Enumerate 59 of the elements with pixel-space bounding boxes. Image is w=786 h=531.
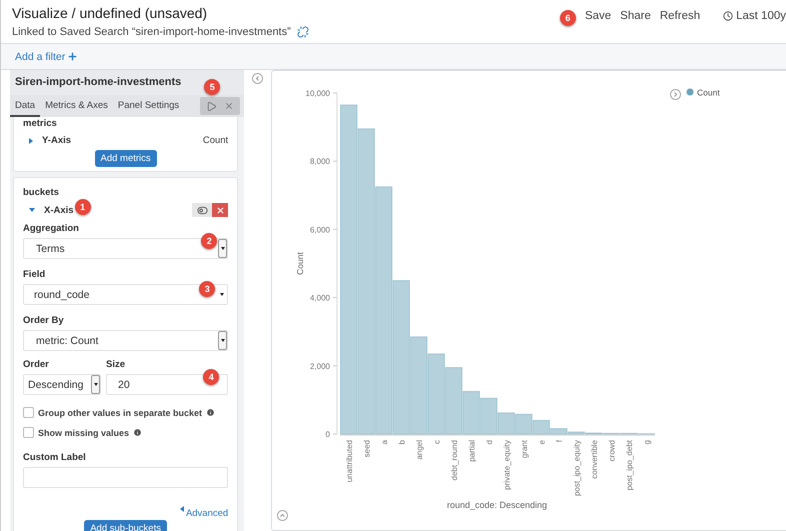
x-axis-title: round_code: Descending bbox=[446, 500, 548, 510]
order-by-select[interactable]: metric: Count bbox=[23, 330, 228, 351]
field-label: Order bbox=[23, 359, 50, 370]
menu-item[interactable]: Refresh bbox=[660, 10, 700, 22]
y-tick-label: 0 bbox=[326, 430, 330, 439]
field-label: Field bbox=[23, 269, 46, 280]
y-tick-label: 10,000 bbox=[306, 89, 330, 98]
linked-search-text: Linked to Saved Search “siren-import-home-investments” bbox=[12, 26, 291, 38]
callout-badge: 3 bbox=[199, 281, 216, 297]
x-tick-label: grant bbox=[520, 440, 529, 458]
y-tick-label: 4,000 bbox=[310, 294, 330, 303]
advanced-link[interactable]: Advanced bbox=[186, 508, 228, 519]
x-tick-label: a bbox=[380, 440, 389, 444]
checkbox-label: Group other values in separate bucket bbox=[38, 408, 202, 418]
x-tick-label: private_equity bbox=[502, 440, 512, 490]
tab[interactable]: Metrics & Axes bbox=[40, 100, 113, 117]
checkbox-label: Show missing values bbox=[38, 428, 130, 438]
y-tick-label: 8,000 bbox=[310, 157, 330, 166]
menu-item[interactable]: Save bbox=[584, 10, 612, 22]
y-tick-label: 2,000 bbox=[310, 362, 330, 371]
x-tick-label: post_ipo_equity bbox=[572, 440, 582, 496]
x-tick-label: unattributed bbox=[344, 440, 354, 482]
order-select[interactable]: Descending bbox=[23, 374, 101, 395]
callout-badge: 2 bbox=[201, 233, 218, 249]
x-tick-label: debt_round bbox=[450, 440, 459, 480]
time-range[interactable]: Last 100y bbox=[736, 10, 786, 22]
field-label: Order By bbox=[23, 315, 65, 326]
field-label: Size bbox=[106, 359, 126, 370]
tab[interactable]: Panel Settings bbox=[112, 100, 184, 117]
x-tick-label: d bbox=[484, 440, 494, 444]
x-tick-label: e bbox=[537, 440, 546, 444]
y-tick-label: 6,000 bbox=[310, 225, 330, 234]
x-tick-label: crowd bbox=[607, 440, 616, 462]
callout-badge: 6 bbox=[560, 10, 576, 26]
page-title: Visualize / undefined (unsaved) bbox=[12, 5, 208, 21]
x-tick-label: b bbox=[397, 440, 406, 444]
aggregation-summary: Count bbox=[202, 135, 228, 146]
aggregation-name[interactable]: Y-Axis bbox=[42, 135, 72, 146]
x-tick-label: post_ipo_debt bbox=[624, 440, 634, 490]
x-tick-label: seed bbox=[362, 440, 372, 458]
x-tick-label: convertible bbox=[590, 440, 599, 479]
x-tick-label: f bbox=[554, 440, 564, 442]
y-axis-title: Count bbox=[295, 252, 305, 275]
x-tick-label: g bbox=[642, 440, 652, 444]
section-heading: metrics bbox=[23, 118, 58, 129]
add-filter-link[interactable]: Add a filter bbox=[15, 50, 78, 62]
aggregation-name[interactable]: X-Axis bbox=[44, 204, 74, 216]
callout-badge: 4 bbox=[203, 369, 220, 385]
x-tick-label: partial bbox=[467, 440, 476, 462]
menu-item[interactable]: Share bbox=[620, 10, 651, 22]
legend-label[interactable]: Count bbox=[697, 88, 720, 98]
x-tick-label: c bbox=[432, 440, 442, 444]
field-label: Aggregation bbox=[23, 223, 80, 234]
add-sub-buckets-button[interactable]: Add sub-buckets bbox=[84, 520, 167, 531]
add-metrics-button[interactable]: Add metrics bbox=[94, 150, 157, 167]
x-tick-label: angel bbox=[414, 440, 424, 460]
field-label: Custom Label bbox=[23, 452, 87, 463]
section-heading: buckets bbox=[23, 187, 60, 198]
callout-badge: 1 bbox=[74, 199, 91, 215]
